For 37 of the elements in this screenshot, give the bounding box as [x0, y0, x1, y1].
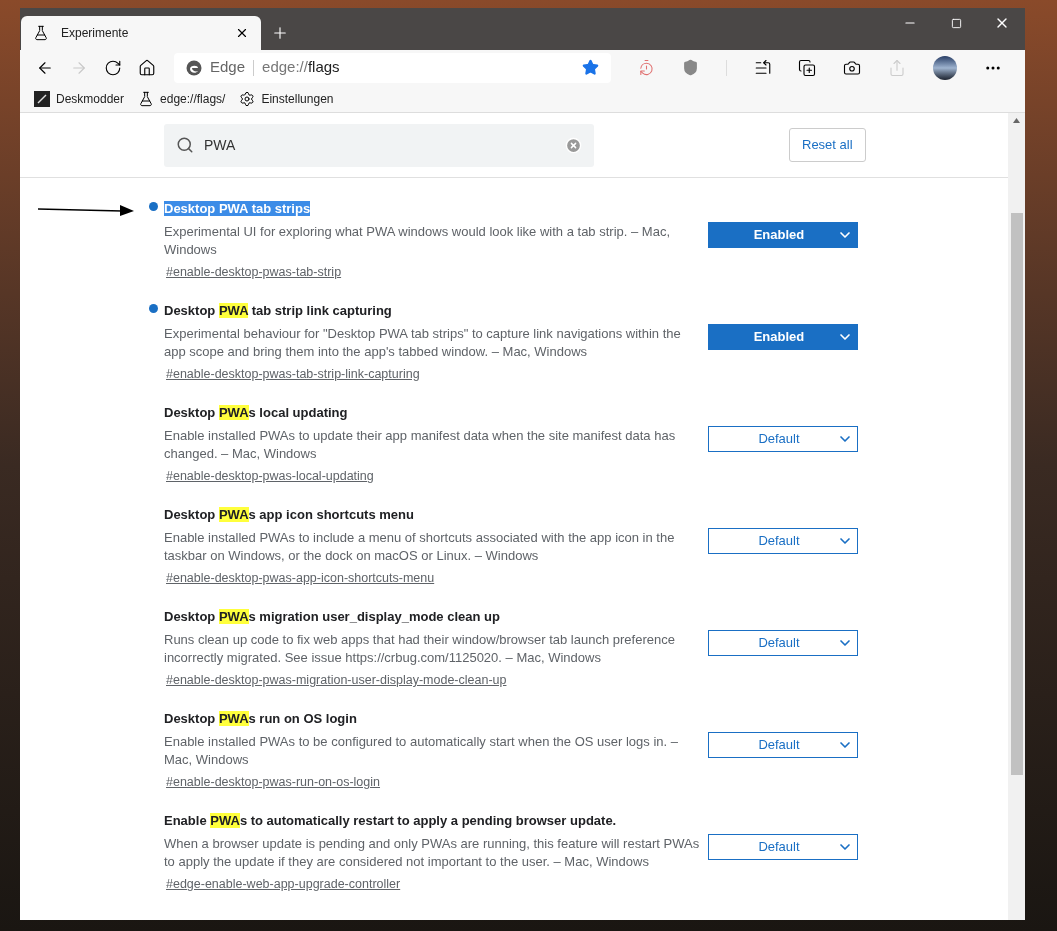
flag-description: When a browser update is pending and only PWAs are running, this feature will restart PWAs to apply the update if they are considered not important to the user. – Mac, Windows — [164, 835, 701, 871]
url-text: edge://flags — [262, 57, 341, 78]
flag-description: Runs clean up code to fix web apps that had their window/browser tab launch preference incorrectly migrated. See issue https://crbug.com/1125020. – Mac, Windows — [164, 631, 676, 667]
browser-tab[interactable]: Experimente — [21, 16, 261, 50]
flag-description: Enable installed PWAs to include a menu of shortcuts associated with the app icon in the taskbar on Windows, or the dock on macOS or Linux. – Windows — [164, 529, 676, 565]
flag-state-dropdown[interactable]: Enabled — [708, 324, 858, 350]
flag-link[interactable]: #enable-desktop-pwas-tab-strip-link-capturing — [166, 365, 420, 383]
bookmark-link[interactable]: Deskmodder — [56, 89, 125, 108]
flag-link[interactable]: #edge-enable-web-app-upgrade-controller — [166, 875, 401, 893]
flag-title: Desktop PWA tab strip link capturing — [164, 303, 392, 318]
flag-title: Desktop PWAs app icon shortcuts menu — [164, 507, 414, 522]
flag-state-dropdown[interactable]: Default — [708, 630, 858, 656]
flag-link[interactable]: #enable-desktop-pwas-local-updating — [166, 467, 374, 485]
flag-state-dropdown[interactable]: Enabled — [708, 222, 858, 248]
tab-title: Experimente — [61, 25, 130, 42]
flag-title: Desktop PWA tab strips — [164, 201, 311, 216]
site-label: Edge — [210, 57, 246, 78]
flag-link[interactable]: #enable-desktop-pwas-migration-user-display-mode-clean-up — [166, 671, 507, 689]
search-field[interactable]: PWA — [164, 123, 594, 167]
flag-description: Experimental UI for exploring what PWA windows would look like with a tab strip. – Mac, Windows — [164, 223, 671, 259]
flag-link[interactable]: #enable-desktop-pwas-tab-strip — [166, 263, 342, 281]
flag-description: Experimental behaviour for "Desktop PWA tab strips" to capture link navigations within the app scope and bring them into the app's tabbed window. – Mac, Windows — [164, 325, 682, 361]
reset-all-button[interactable]: Reset all — [789, 128, 866, 162]
flag-state-dropdown[interactable]: Default — [708, 732, 858, 758]
flag-state-dropdown[interactable]: Default — [708, 834, 858, 860]
flag-link[interactable]: #enable-desktop-pwas-app-icon-shortcuts-menu — [166, 569, 435, 587]
address-bar[interactable]: Edge edge://flags — [174, 52, 611, 83]
flag-link[interactable]: #enable-desktop-pwas-run-on-os-login — [166, 773, 380, 791]
flag-description: Enable installed PWAs to be configured to automatically start when the OS user logs in. – Mac, Windows — [164, 733, 679, 769]
flag-state-dropdown[interactable]: Default — [708, 426, 858, 452]
bookmark-link[interactable]: Einstellungen — [261, 89, 334, 108]
flag-title: Desktop PWAs local updating — [164, 405, 348, 420]
flag-description: Enable installed PWAs to update their app manifest data when the site manifest data has changed. – Mac, Windows — [164, 427, 677, 463]
flag-state-dropdown[interactable]: Default — [708, 528, 858, 554]
flag-title: Desktop PWAs migration user_display_mode clean up — [164, 609, 500, 624]
flag-title: Desktop PWAs run on OS login — [164, 711, 357, 726]
bookmark-link[interactable]: edge://flags/ — [160, 89, 226, 108]
